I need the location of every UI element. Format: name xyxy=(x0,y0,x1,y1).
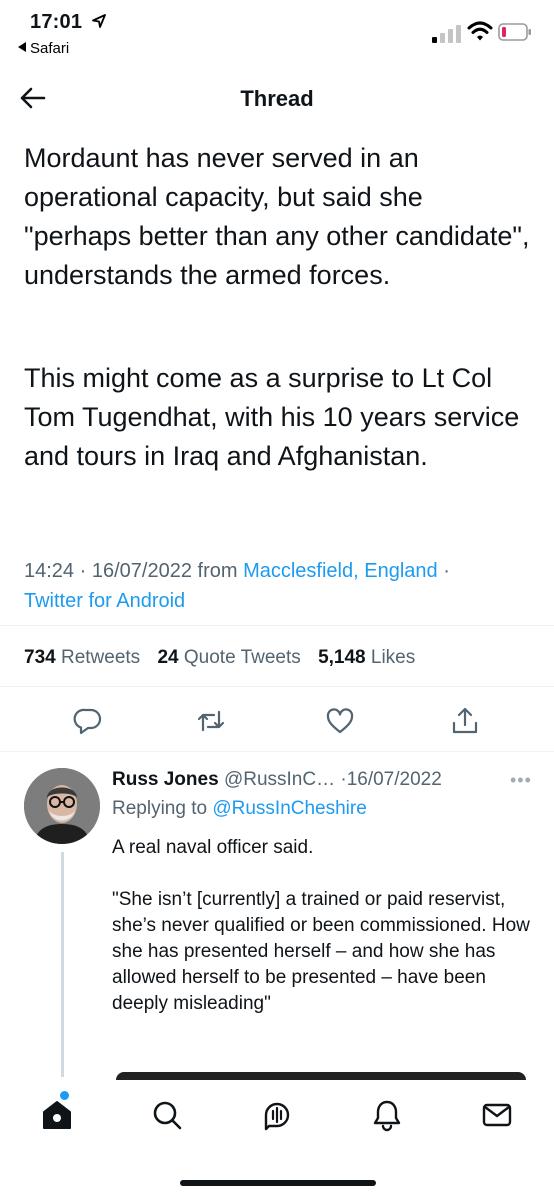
cellular-signal-icon xyxy=(432,25,461,43)
retweets-stat[interactable]: 734 Retweets xyxy=(24,647,140,668)
tweet-stats: 734 Retweets 24 Quote Tweets 5,148 Likes xyxy=(24,647,427,669)
back-triangle-icon xyxy=(18,42,26,52)
back-to-app[interactable]: Safari xyxy=(18,40,69,57)
tweet-date: 16/07/2022 xyxy=(91,560,192,582)
tweet-time: 14:24 xyxy=(24,560,75,582)
tweet-metadata: 14:24 · 16/07/2022 from Macclesfield, En… xyxy=(24,560,450,612)
replying-to-handle[interactable]: @RussInCheshire xyxy=(212,798,366,819)
tweet-text-paragraph-1: Mordaunt has never served in an operatio… xyxy=(24,143,530,290)
spaces-icon[interactable] xyxy=(260,1098,294,1132)
battery-low-icon xyxy=(498,23,531,41)
back-app-label: Safari xyxy=(30,40,70,57)
quote-tweets-stat[interactable]: 24 Quote Tweets xyxy=(157,647,300,668)
more-options-icon[interactable]: ••• xyxy=(510,770,532,791)
share-icon[interactable] xyxy=(450,706,480,736)
reply-author-handle[interactable]: @RussInC… xyxy=(224,769,335,790)
quote-tweets-count: 24 xyxy=(157,647,179,668)
page-title: Thread xyxy=(240,86,314,111)
quote-tweets-label: Quote Tweets xyxy=(183,647,301,668)
wifi-icon xyxy=(467,21,493,41)
replying-to-label: Replying to xyxy=(112,798,208,819)
avatar-image xyxy=(24,768,100,844)
thread-line xyxy=(61,852,64,1077)
likes-label: Likes xyxy=(370,647,416,668)
tweet-text-paragraph-2: This might come as a surprise to Lt Col … xyxy=(24,363,520,471)
unread-indicator xyxy=(60,1091,69,1100)
retweet-icon[interactable] xyxy=(196,706,226,736)
likes-count: 5,148 xyxy=(318,647,366,668)
retweets-label: Retweets xyxy=(60,647,141,668)
status-time: 17:01 xyxy=(30,11,83,33)
divider xyxy=(0,686,554,687)
home-indicator[interactable] xyxy=(180,1180,376,1186)
location-arrow-icon xyxy=(92,14,106,28)
avatar[interactable] xyxy=(24,768,100,844)
notifications-icon[interactable] xyxy=(370,1098,404,1132)
replying-to: Replying to @RussInCheshire xyxy=(112,798,367,820)
tweet-client-link[interactable]: Twitter for Android xyxy=(24,590,185,612)
retweets-count: 734 xyxy=(24,647,56,668)
messages-icon[interactable] xyxy=(480,1098,514,1132)
tweet-location-link[interactable]: Macclesfield, England xyxy=(243,560,438,582)
reply-text: A real naval officer said. "She isn’t [c… xyxy=(112,837,530,1014)
divider xyxy=(0,625,554,626)
search-icon[interactable] xyxy=(150,1098,184,1132)
from-label: from xyxy=(197,560,238,582)
reply-icon[interactable] xyxy=(73,706,103,736)
reply-author-name[interactable]: Russ Jones xyxy=(112,769,219,790)
heart-icon[interactable] xyxy=(325,706,355,736)
reply-header: Russ Jones @RussInC… ·16/07/2022 xyxy=(112,769,442,791)
divider xyxy=(0,751,554,752)
home-icon[interactable] xyxy=(40,1098,74,1132)
reply-date[interactable]: 16/07/2022 xyxy=(347,769,442,790)
likes-stat[interactable]: 5,148 Likes xyxy=(318,647,415,668)
